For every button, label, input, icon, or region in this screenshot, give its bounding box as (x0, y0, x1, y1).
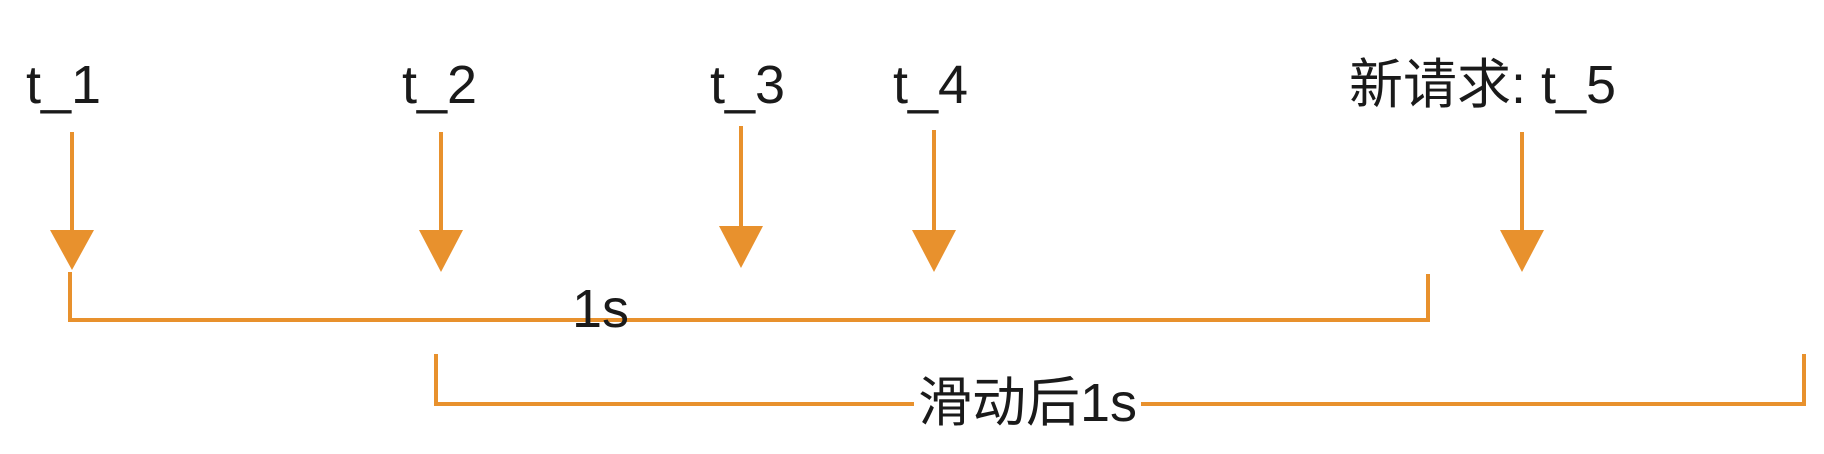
timestamp-label-t1: t_1 (26, 55, 102, 115)
arrow-t3 (719, 126, 763, 268)
window-label-sliding-1s: 滑动后1s (914, 376, 1142, 430)
window-label-1s: 1s (572, 279, 630, 339)
arrow-t5 (1500, 132, 1544, 272)
timestamp-label-t2: t_2 (402, 55, 478, 115)
arrow-t1 (50, 132, 94, 270)
timestamp-label-t5-new-request: 新请求: t_5 (1349, 55, 1617, 115)
arrow-t2 (419, 132, 463, 272)
window-1s-bracket (68, 272, 1430, 322)
timestamp-label-t3: t_3 (710, 55, 786, 115)
arrow-t4 (912, 130, 956, 272)
timestamp-label-t4: t_4 (893, 55, 969, 115)
